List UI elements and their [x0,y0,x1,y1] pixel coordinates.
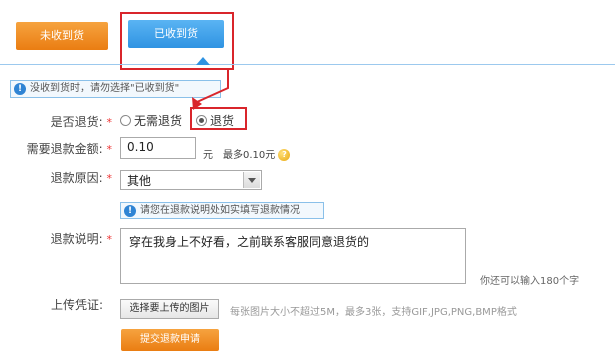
amount-unit: 元 [203,150,213,161]
tab-pointer [196,57,210,65]
upload-image-button[interactable]: 选择要上传的图片 [120,299,219,319]
chevron-down-icon[interactable] [243,172,260,188]
return-highlight-box [190,107,247,130]
amount-max: 最多0.10元 ? [223,146,291,161]
coin-question-icon[interactable]: ? [278,149,291,161]
amount-input[interactable]: 0.10 [120,137,196,159]
reason-hint: ! 请您在退款说明处如实填写退款情况 [120,202,324,219]
info-icon: ! [14,83,26,95]
info-icon: ! [124,205,136,217]
radio-no-return[interactable] [120,115,131,126]
return-option-no[interactable]: 无需退货 [120,112,182,129]
tab-not-received[interactable]: 未收到货 [16,22,108,50]
amount-label: 需要退款金额: * [26,142,112,156]
upload-label: 上传凭证: [50,298,103,312]
info-text: 没收到货时，请勿选择"已收到货" [30,83,180,94]
description-label: 退款说明: * [50,232,112,246]
tab-highlight-box [120,12,234,70]
reason-select[interactable]: 其他 [120,170,262,190]
description-remaining: 你还可以输入180个字 [480,276,580,287]
reason-label: 退款原因: * [50,171,112,185]
reason-hint-text: 请您在退款说明处如实填写退款情况 [140,205,300,216]
upload-note: 每张图片大小不超过5M，最多3张，支持GIF,JPG,PNG,BMP格式 [230,307,517,318]
submit-refund-button[interactable]: 提交退款申请 [121,329,219,351]
tab-divider [0,64,615,65]
reason-selected-value: 其他 [127,174,152,188]
return-label: 是否退货: * [50,115,112,129]
arrow-line [196,68,229,103]
description-textarea[interactable]: 穿在我身上不好看，之前联系客服同意退货的 [120,228,466,284]
